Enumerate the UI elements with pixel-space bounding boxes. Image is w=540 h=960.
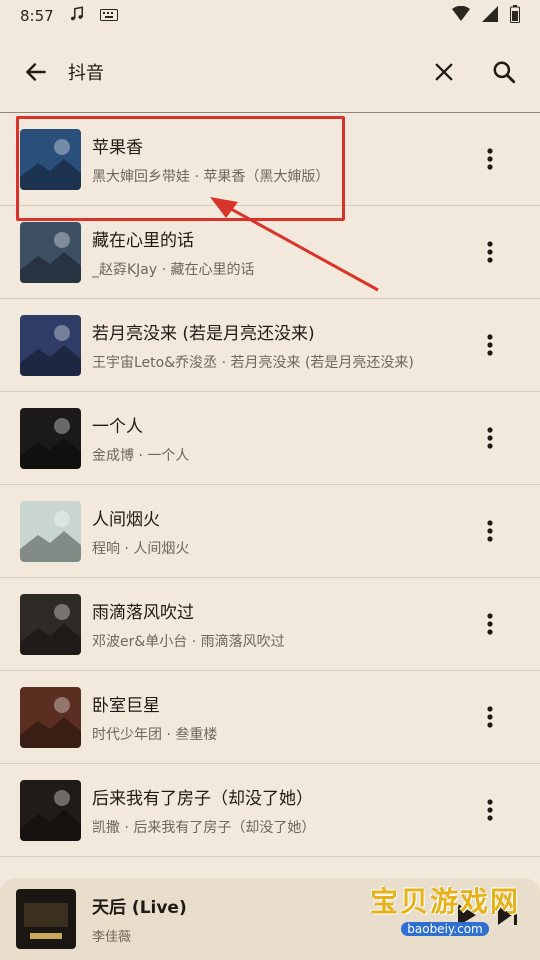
song-row[interactable]: 雨滴落风吹过 邓波er&单小台 · 雨滴落风吹过 (0, 578, 540, 671)
more-vert-icon (487, 706, 493, 728)
watermark-title: 宝贝游戏网 (369, 885, 520, 918)
song-artist-album: 黑大婶回乡带娃 · 苹果香（黑大婶版） (92, 168, 330, 185)
song-cover[interactable] (20, 407, 81, 469)
song-title: 人间烟火 (92, 509, 160, 530)
back-button[interactable] (16, 52, 56, 92)
more-vert-icon (487, 427, 493, 449)
song-cover[interactable] (20, 686, 81, 748)
song-row[interactable]: 藏在心里的话 _赵孬KJay · 藏在心里的话 (0, 206, 540, 299)
more-options-button[interactable] (468, 695, 512, 739)
song-title: 雨滴落风吹过 (92, 602, 194, 623)
arrow-left-icon (26, 63, 46, 81)
search-button[interactable] (484, 52, 524, 92)
status-time: 8:57 (20, 7, 54, 25)
song-list: 苹果香 黑大婶回乡带娃 · 苹果香（黑大婶版） 藏在心里的话 _赵孬KJay ·… (0, 113, 540, 857)
wifi-icon (452, 5, 470, 26)
search-icon (493, 61, 516, 84)
watermark: 宝贝游戏网 baobeiy.com (360, 872, 530, 944)
song-artist-album: 程响 · 人间烟火 (92, 540, 190, 557)
clear-search-button[interactable] (424, 52, 464, 92)
song-artist-album: 邓波er&单小台 · 雨滴落风吹过 (92, 633, 285, 650)
song-title: 一个人 (92, 416, 143, 437)
more-vert-icon (487, 148, 493, 170)
more-vert-icon (487, 241, 493, 263)
song-title: 藏在心里的话 (92, 230, 194, 251)
search-input[interactable]: 抖音 (68, 59, 424, 85)
keyboard-icon (99, 7, 118, 25)
song-title: 卧室巨星 (92, 695, 160, 716)
song-artist-album: 金成博 · 一个人 (92, 447, 190, 464)
signal-icon (482, 6, 498, 26)
close-icon (435, 63, 453, 81)
status-bar: 8:57 (0, 0, 540, 32)
song-row[interactable]: 一个人 金成博 · 一个人 (0, 392, 540, 485)
song-row[interactable]: 后来我有了房子（却没了她） 凯撒 · 后来我有了房子（却没了她） (0, 764, 540, 857)
song-artist-album: 凯撒 · 后来我有了房子（却没了她） (92, 819, 316, 836)
more-options-button[interactable] (468, 509, 512, 553)
more-vert-icon (487, 520, 493, 542)
music-note-icon (68, 5, 86, 27)
watermark-url: baobeiy.com (401, 922, 489, 936)
more-vert-icon (487, 799, 493, 821)
song-row[interactable]: 若月亮没来 (若是月亮还没来) 王宇宙Leto&乔浚丞 · 若月亮没来 (若是月… (0, 299, 540, 392)
search-bar: 抖音 (0, 32, 540, 112)
song-cover[interactable] (20, 128, 81, 190)
song-cover[interactable] (20, 221, 81, 283)
now-playing-title: 天后 (Live) (92, 898, 187, 918)
song-cover[interactable] (20, 500, 81, 562)
song-row[interactable]: 人间烟火 程响 · 人间烟火 (0, 485, 540, 578)
more-options-button[interactable] (468, 230, 512, 274)
song-artist-album: 王宇宙Leto&乔浚丞 · 若月亮没来 (若是月亮还没来) (92, 354, 414, 371)
more-options-button[interactable] (468, 602, 512, 646)
song-title: 后来我有了房子（却没了她） (92, 788, 313, 809)
battery-icon (510, 5, 520, 27)
song-cover[interactable] (20, 314, 81, 376)
more-options-button[interactable] (468, 137, 512, 181)
song-title: 苹果香 (92, 137, 143, 158)
more-options-button[interactable] (468, 788, 512, 832)
song-artist-album: _赵孬KJay · 藏在心里的话 (92, 261, 255, 278)
now-playing-cover[interactable] (16, 889, 76, 949)
song-row[interactable]: 苹果香 黑大婶回乡带娃 · 苹果香（黑大婶版） (0, 113, 540, 206)
song-cover[interactable] (20, 779, 81, 841)
now-playing-artist: 李佳薇 (92, 930, 132, 945)
more-options-button[interactable] (468, 416, 512, 460)
more-vert-icon (487, 334, 493, 356)
more-options-button[interactable] (468, 323, 512, 367)
song-title: 若月亮没来 (若是月亮还没来) (92, 323, 315, 344)
more-vert-icon (487, 613, 493, 635)
song-artist-album: 时代少年团 · 叁重楼 (92, 726, 218, 743)
song-row[interactable]: 卧室巨星 时代少年团 · 叁重楼 (0, 671, 540, 764)
song-cover[interactable] (20, 593, 81, 655)
